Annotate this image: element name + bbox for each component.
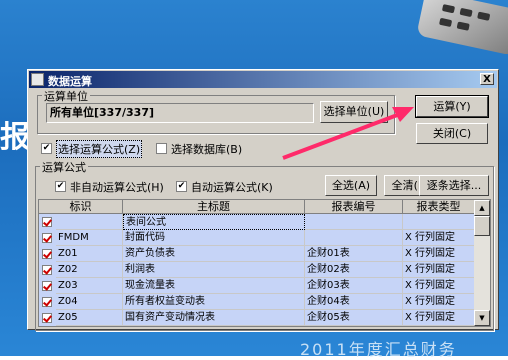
annotation-arrow bbox=[282, 107, 414, 160]
annotation-arrow-shaft bbox=[282, 112, 401, 160]
